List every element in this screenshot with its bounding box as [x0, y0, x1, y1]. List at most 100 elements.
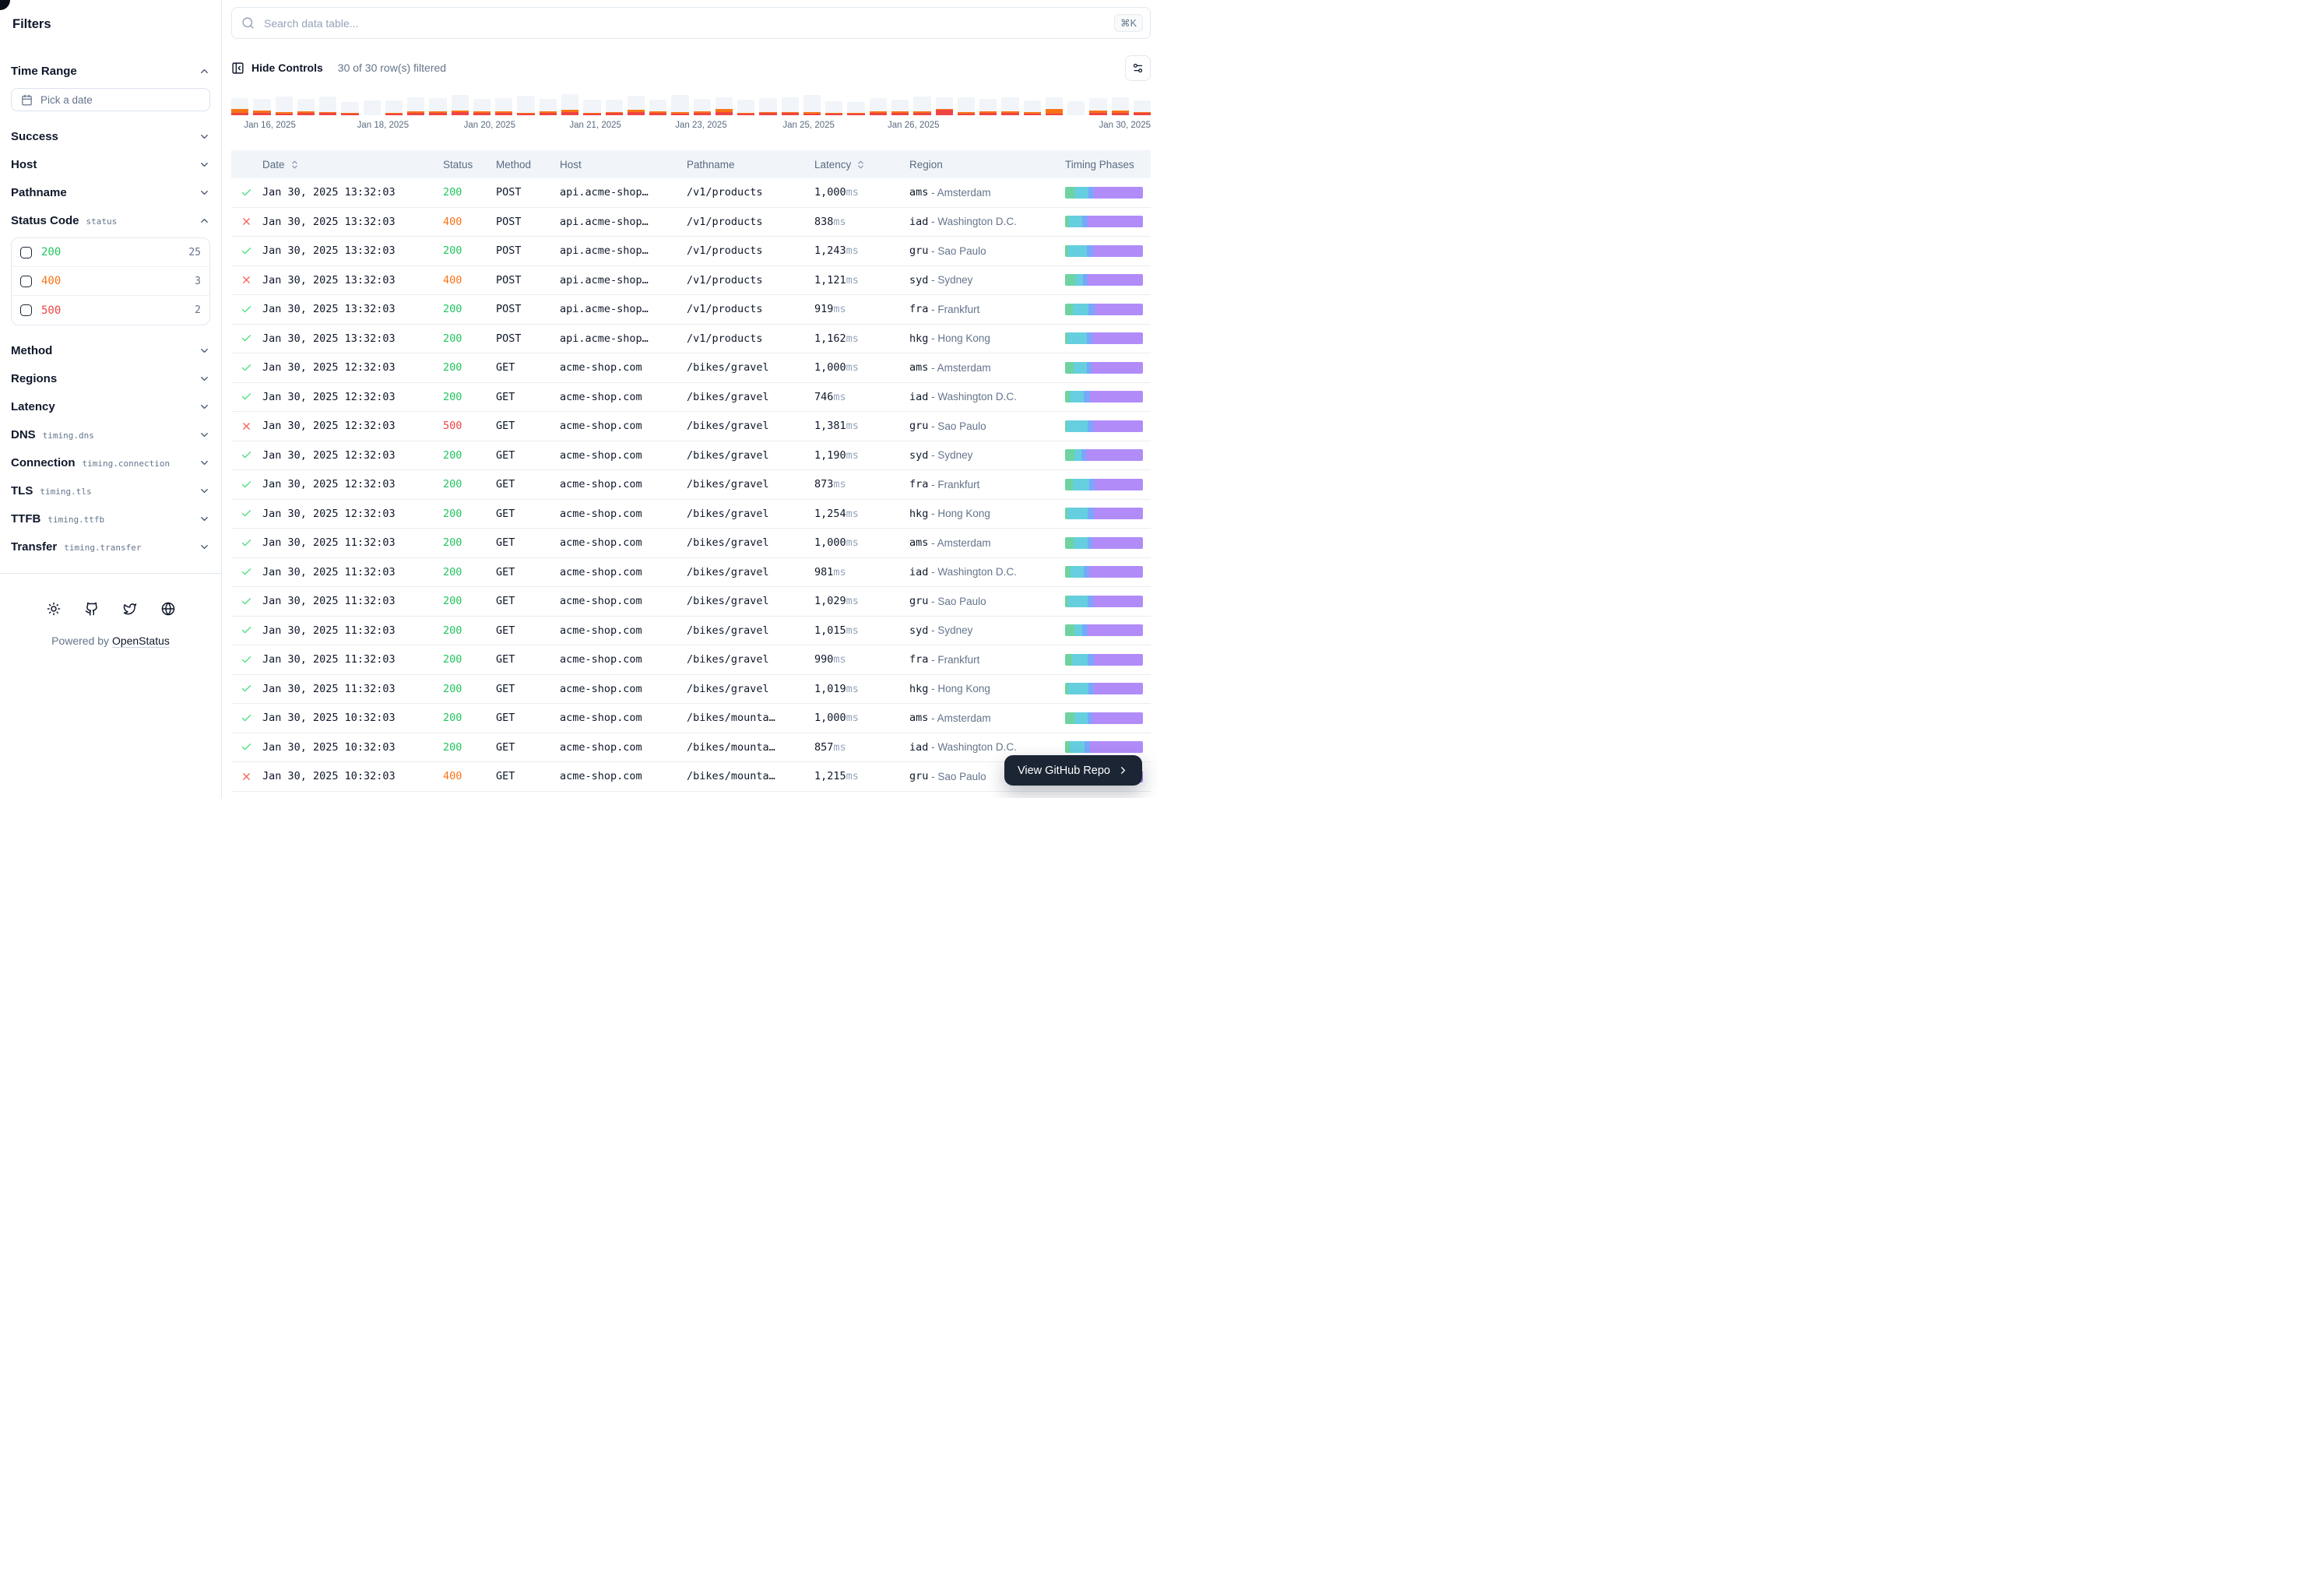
timeline-bar[interactable]	[825, 101, 842, 115]
table-row[interactable]: Jan 30, 2025 12:32:03 200 GET acme-shop.…	[231, 353, 1151, 383]
column-header-latency[interactable]: Latency	[807, 159, 902, 170]
timeline-bar[interactable]	[803, 95, 821, 115]
timeline-bar[interactable]	[958, 97, 975, 115]
filter-section-success[interactable]: Success	[11, 122, 210, 150]
table-row[interactable]: Jan 30, 2025 12:32:03 200 GET acme-shop.…	[231, 441, 1151, 471]
filter-section-transfer[interactable]: Transfertiming.transfer	[11, 533, 210, 561]
table-row[interactable]: Jan 30, 2025 11:32:03 200 GET acme-shop.…	[231, 645, 1151, 675]
status-option-400[interactable]: 400 3	[12, 267, 209, 296]
filter-section-ttfb[interactable]: TTFBtiming.ttfb	[11, 504, 210, 533]
filter-section-connection[interactable]: Connectiontiming.connection	[11, 448, 210, 476]
timeline-bar[interactable]	[1089, 98, 1106, 115]
view-github-repo-button[interactable]: View GitHub Repo	[1004, 755, 1142, 786]
checkbox[interactable]	[20, 247, 32, 258]
table-row[interactable]: Jan 30, 2025 13:32:03 200 POST api.acme-…	[231, 295, 1151, 325]
hide-controls-button[interactable]: Hide Controls	[231, 62, 323, 75]
timeline-bar[interactable]	[540, 99, 557, 115]
filter-section-regions[interactable]: Regions	[11, 364, 210, 392]
table-row[interactable]: Jan 30, 2025 13:32:03 400 POST api.acme-…	[231, 208, 1151, 237]
table-row[interactable]: Jan 30, 2025 11:32:03 200 GET acme-shop.…	[231, 529, 1151, 558]
filter-section-latency[interactable]: Latency	[11, 392, 210, 420]
timeline-bar[interactable]	[253, 99, 270, 115]
timeline-bar[interactable]	[1001, 97, 1018, 115]
filter-section-pathname[interactable]: Pathname	[11, 178, 210, 206]
timeline-bar[interactable]	[694, 99, 711, 115]
timeline-bar[interactable]	[385, 100, 403, 115]
timeline-bar[interactable]	[561, 94, 578, 115]
timeline-bar[interactable]	[715, 97, 733, 115]
cell-method: GET	[488, 624, 552, 637]
timeline-bar[interactable]	[913, 97, 930, 115]
table-row[interactable]: Jan 30, 2025 11:32:03 200 GET acme-shop.…	[231, 587, 1151, 617]
timeline-bar[interactable]	[452, 95, 469, 115]
timeline-bar[interactable]	[671, 95, 688, 115]
timeline-bar[interactable]	[1134, 100, 1151, 115]
timeline-bar[interactable]	[759, 98, 776, 115]
timeline-bar[interactable]	[847, 102, 864, 115]
github-link-button[interactable]	[85, 602, 99, 616]
twitter-link-button[interactable]	[123, 602, 137, 616]
table-row[interactable]: Jan 30, 2025 13:32:03 400 POST api.acme-…	[231, 266, 1151, 296]
status-code-options: 200 25 400 3 500 2	[11, 237, 210, 325]
timeline-bar[interactable]	[870, 98, 887, 115]
timeline-bar[interactable]	[891, 100, 909, 115]
table-row[interactable]: Jan 30, 2025 12:32:03 500 GET acme-shop.…	[231, 412, 1151, 441]
checkbox[interactable]	[20, 304, 32, 316]
filter-section-field: timing.tls	[40, 487, 91, 497]
timeline-bar[interactable]	[583, 100, 600, 115]
checkbox[interactable]	[20, 276, 32, 287]
timeline-bar[interactable]	[319, 97, 336, 115]
timeline-bar[interactable]	[407, 97, 424, 115]
timeline-bar[interactable]	[979, 99, 997, 115]
timeline-bar[interactable]	[276, 97, 293, 115]
timeline-bar[interactable]	[341, 102, 358, 115]
theme-toggle-button[interactable]	[47, 602, 61, 616]
table-row[interactable]: Jan 30, 2025 11:32:03 200 GET acme-shop.…	[231, 617, 1151, 646]
openstatus-link[interactable]: OpenStatus	[112, 635, 170, 647]
table-row[interactable]: Jan 30, 2025 13:32:03 200 POST api.acme-…	[231, 325, 1151, 354]
timeline-bar[interactable]	[606, 100, 623, 115]
timeline-bar[interactable]	[649, 100, 666, 115]
filter-section-host[interactable]: Host	[11, 150, 210, 178]
filter-section-dns[interactable]: DNStiming.dns	[11, 420, 210, 448]
timeline-bar[interactable]	[1067, 101, 1085, 115]
status-option-500[interactable]: 500 2	[12, 296, 209, 325]
cell-pathname: /bikes/gravel	[679, 391, 807, 403]
date-picker-button[interactable]: Pick a date	[11, 88, 210, 111]
table-row[interactable]: Jan 30, 2025 13:32:03 200 POST api.acme-…	[231, 237, 1151, 266]
timeline-bar-success	[452, 95, 469, 111]
timeline-bar[interactable]	[936, 97, 953, 115]
filter-section-time-range[interactable]: Time Range	[11, 57, 210, 85]
table-row[interactable]: Jan 30, 2025 11:32:03 200 GET acme-shop.…	[231, 558, 1151, 588]
timeline-bar[interactable]	[1046, 97, 1063, 115]
timeline-bar[interactable]	[1024, 100, 1041, 115]
timeline-bar[interactable]	[231, 98, 248, 115]
website-link-button[interactable]	[161, 602, 175, 616]
filter-section-method[interactable]: Method	[11, 336, 210, 364]
table-row[interactable]: Jan 30, 2025 10:32:03 200 GET acme-shop.…	[231, 704, 1151, 733]
timeline-bar[interactable]	[1112, 97, 1129, 115]
column-header-date[interactable]: Date	[255, 159, 435, 170]
timeline-bar[interactable]	[517, 96, 534, 115]
table-row[interactable]: Jan 30, 2025 12:32:03 200 GET acme-shop.…	[231, 500, 1151, 529]
timeline-bar[interactable]	[495, 98, 512, 115]
chevron-down-icon	[199, 401, 210, 413]
filter-section-status-code[interactable]: Status Code status	[11, 206, 210, 234]
timeline-bar[interactable]	[782, 97, 799, 115]
timeline-bar[interactable]	[473, 99, 490, 115]
timeline-bar[interactable]	[429, 98, 446, 115]
table-row[interactable]: Jan 30, 2025 13:32:03 200 POST api.acme-…	[231, 178, 1151, 208]
table-row[interactable]: Jan 30, 2025 12:32:03 200 GET acme-shop.…	[231, 470, 1151, 500]
timeline-bar[interactable]	[364, 100, 381, 115]
column-header-method: Method	[488, 159, 552, 170]
timeline-bar[interactable]	[628, 96, 645, 115]
search-input[interactable]	[262, 16, 1106, 30]
filter-section-tls[interactable]: TLStiming.tls	[11, 476, 210, 504]
table-row[interactable]: Jan 30, 2025 11:32:03 200 GET acme-shop.…	[231, 675, 1151, 705]
status-option-200[interactable]: 200 25	[12, 238, 209, 267]
table-row[interactable]: Jan 30, 2025 12:32:03 200 GET acme-shop.…	[231, 383, 1151, 413]
timeline-bar-error	[1112, 113, 1129, 115]
timeline-bar[interactable]	[297, 99, 315, 115]
view-options-button[interactable]	[1125, 55, 1151, 81]
timeline-bar[interactable]	[737, 100, 754, 115]
